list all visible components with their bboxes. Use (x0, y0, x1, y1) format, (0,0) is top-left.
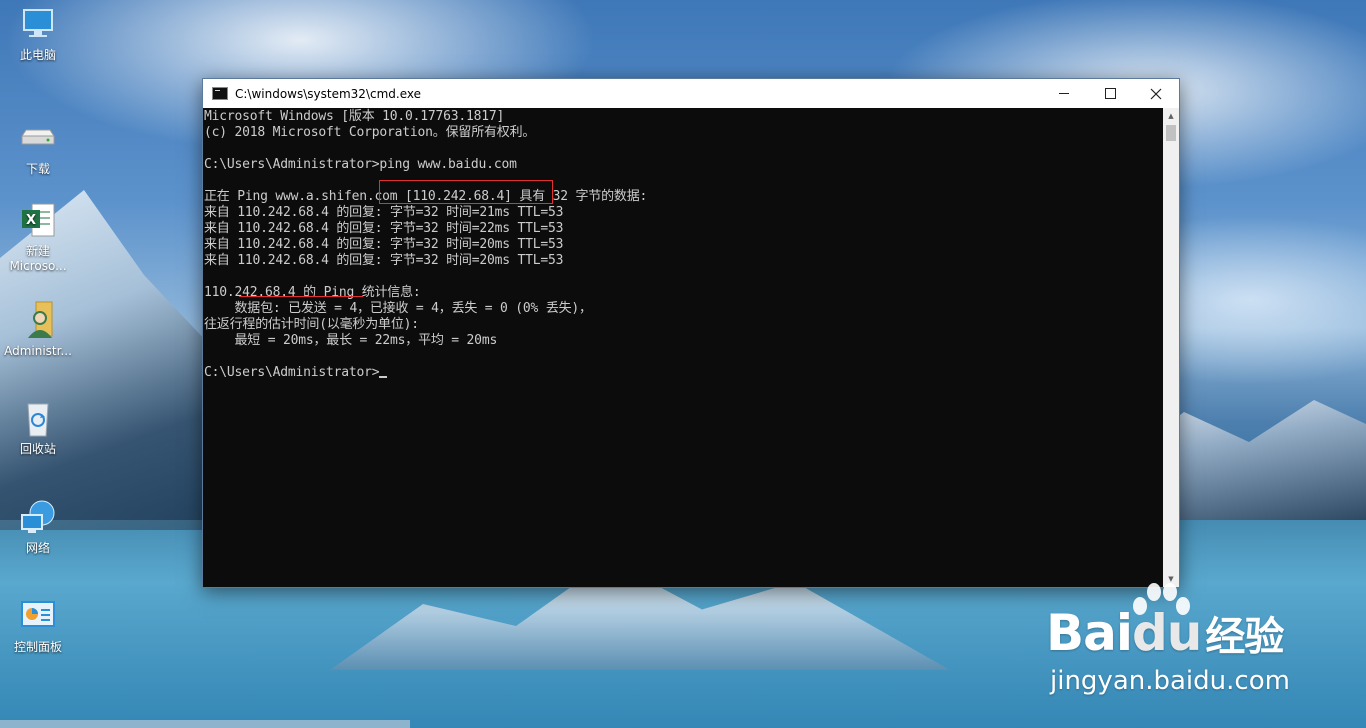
console-line: 正在 Ping www.a.shifen.com [110.242.68.4] … (204, 189, 648, 204)
console-line: 数据包: 已发送 = 4，已接收 = 4，丢失 = 0 (0% 丢失)， (204, 301, 593, 316)
desktop-icon-label: 回收站 (19, 442, 56, 456)
desktop-icon-this-pc[interactable]: 此电脑 (0, 4, 76, 63)
desktop-icon-recycle-bin[interactable]: 回收站 (0, 398, 76, 457)
desktop-icon-label: Administr... (4, 344, 72, 358)
cmd-app-icon[interactable] (212, 87, 228, 100)
desktop-icon-control-panel[interactable]: 控制面板 (0, 596, 76, 655)
desktop-icon-label: 网络 (25, 541, 50, 555)
computer-icon (18, 4, 58, 44)
ping-command-highlight (379, 180, 553, 204)
cmd-window[interactable]: C:\windows\system32\cmd.exe Microsoft Wi… (202, 78, 1180, 588)
window-titlebar[interactable]: C:\windows\system32\cmd.exe (203, 79, 1179, 108)
console-line: 往返行程的估计时间(以毫秒为单位): (204, 317, 419, 332)
desktop-icon-label: 下载 (25, 162, 50, 176)
desktop-icon-label: 此电脑 (19, 48, 56, 62)
console-line: 最短 = 20ms，最长 = 22ms，平均 = 20ms (204, 333, 498, 348)
console-line: (c) 2018 Microsoft Corporation。保留所有权利。 (204, 125, 536, 140)
maximize-button[interactable] (1087, 79, 1133, 108)
maximize-icon (1104, 88, 1116, 99)
network-icon (18, 497, 58, 537)
desktop-icon-label: 控制面板 (13, 640, 62, 654)
vertical-scrollbar[interactable]: ▲ ▼ (1163, 108, 1179, 587)
baidu-jingyan-watermark: Baidu 经验 jingyan.baidu.com (1046, 582, 1346, 702)
console-line: 来自 110.242.68.4 的回复: 字节=32 时间=20ms TTL=5… (204, 253, 564, 268)
brand-cn: 经验 (1205, 614, 1284, 660)
console-prompt: C:\Users\Administrator> (204, 365, 380, 380)
console-line: C:\Users\Administrator>ping www.baidu.co… (204, 157, 517, 172)
desktop-icon-download[interactable]: 下载 (0, 118, 76, 177)
window-title: C:\windows\system32\cmd.exe (235, 86, 421, 101)
scroll-up-arrow-icon[interactable]: ▲ (1163, 108, 1179, 124)
ip-underline-annotation (239, 296, 363, 297)
console-output[interactable]: Microsoft Windows [版本 10.0.17763.1817] (… (203, 108, 1164, 587)
desktop-icon-label: 新建 Microso... (9, 244, 67, 273)
taskbar-edge (0, 720, 410, 728)
desktop-icon-excel-file[interactable]: X 新建 Microso... (0, 200, 76, 274)
console-line: 110.242.68.4 的 Ping 统计信息: (204, 285, 421, 300)
console-line: 来自 110.242.68.4 的回复: 字节=32 时间=21ms TTL=5… (204, 205, 564, 220)
excel-file-icon: X (18, 200, 58, 240)
user-folder-icon (18, 300, 58, 340)
console-line: Microsoft Windows [版本 10.0.17763.1817] (204, 109, 505, 124)
console-line: 来自 110.242.68.4 的回复: 字节=32 时间=20ms TTL=5… (204, 237, 564, 252)
brand-du: du (1132, 604, 1202, 662)
console-line: 来自 110.242.68.4 的回复: 字节=32 时间=22ms TTL=5… (204, 221, 564, 236)
desktop-icon-administrator[interactable]: Administr... (0, 300, 76, 359)
svg-text:X: X (26, 213, 36, 228)
close-icon (1150, 88, 1162, 99)
download-drive-icon (18, 118, 58, 158)
control-panel-icon (18, 596, 58, 636)
watermark-brand: Baidu 经验 (1046, 604, 1284, 662)
minimize-button[interactable] (1041, 79, 1087, 108)
brand-bai: Bai (1046, 604, 1133, 662)
minimize-icon (1059, 93, 1069, 94)
text-cursor (379, 376, 388, 378)
watermark-site: jingyan.baidu.com (1050, 666, 1290, 696)
scrollbar-thumb[interactable] (1166, 125, 1176, 141)
console-prompt-line[interactable]: C:\Users\Administrator> (204, 365, 1164, 381)
recycle-bin-icon (18, 398, 58, 438)
close-button[interactable] (1133, 79, 1179, 108)
desktop-icon-network[interactable]: 网络 (0, 497, 76, 556)
